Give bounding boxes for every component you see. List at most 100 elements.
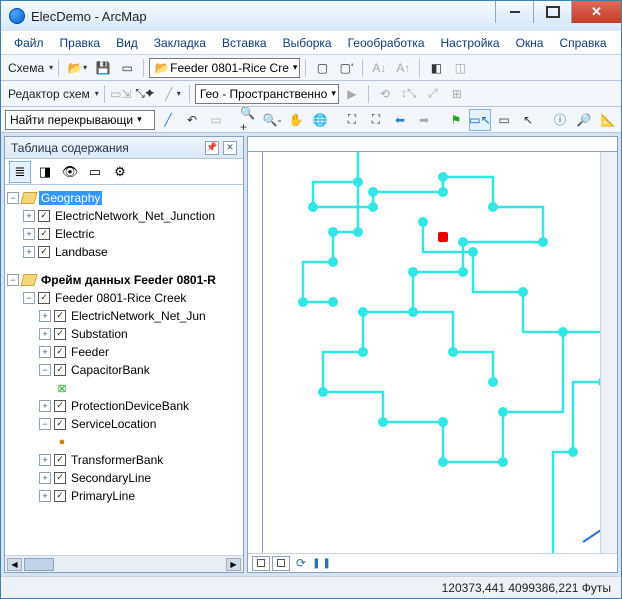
expander-icon[interactable]: + <box>23 210 35 222</box>
clear-selection-icon[interactable]: ▭ <box>493 109 515 131</box>
expander-icon[interactable]: + <box>23 246 35 258</box>
data-view-tab[interactable] <box>252 556 270 571</box>
layer-checkbox[interactable] <box>38 292 50 304</box>
find-icon[interactable]: 🔎 <box>573 109 595 131</box>
prev-extent-icon[interactable]: ⬅ <box>389 109 411 131</box>
layout-task-icon[interactable]: ◧ <box>425 57 447 79</box>
minimize-button[interactable] <box>495 1 533 23</box>
layer-checkbox[interactable] <box>54 472 66 484</box>
group-geography[interactable]: Geography <box>39 191 102 205</box>
group-feeder-frame[interactable]: Фрейм данных Feeder 0801-R <box>39 273 218 287</box>
propagate2-icon[interactable]: ▢' <box>335 57 357 79</box>
layer-capacitorbank[interactable]: CapacitorBank <box>69 363 152 377</box>
layer-electric[interactable]: Electric <box>53 227 96 241</box>
select-elements-icon[interactable]: ↖ <box>517 109 539 131</box>
rotate-icon[interactable]: ⟲ <box>374 83 396 105</box>
fixed-zoom-in-icon[interactable]: ⛶ <box>341 109 363 131</box>
menu-selection[interactable]: Выборка <box>276 33 339 53</box>
feeder-selector[interactable]: 📂 Feeder 0801-Rice Cre ▾ <box>149 58 300 78</box>
map-scrollbar-vertical[interactable] <box>600 152 617 553</box>
layer-checkbox[interactable] <box>54 454 66 466</box>
clear-trace-icon[interactable]: ↶ <box>181 109 203 131</box>
select-features-icon[interactable]: ▭↖ <box>469 109 491 131</box>
layer-secondaryline[interactable]: SecondaryLine <box>69 471 153 485</box>
trace-icon[interactable]: ╱ <box>157 109 179 131</box>
layer-checkbox[interactable] <box>54 310 66 322</box>
maximize-button[interactable] <box>533 1 571 23</box>
expander-icon[interactable]: − <box>39 364 51 376</box>
apply-layout-icon[interactable]: ▶ <box>341 83 363 105</box>
list-by-source-icon[interactable]: ◨ <box>34 161 56 183</box>
find-overlapping-selector[interactable]: Найти перекрывающи ▾ <box>5 110 155 130</box>
fixed-zoom-out-icon[interactable]: ⛶ <box>365 109 387 131</box>
layout-props-icon[interactable]: ◫ <box>449 57 471 79</box>
edit-select-icon[interactable]: ⤡✦ <box>134 83 156 105</box>
scroll-thumb[interactable] <box>24 558 54 571</box>
expander-icon[interactable]: − <box>7 274 19 286</box>
expander-icon[interactable]: + <box>23 228 35 240</box>
identify-icon[interactable]: ⓘ <box>549 109 571 131</box>
layer-electric-junction[interactable]: ElectricNetwork_Net_Junction <box>53 209 217 223</box>
tree-icon[interactable]: ⊞ <box>446 83 468 105</box>
edit-vertices-icon[interactable]: ╱▾ <box>158 83 184 105</box>
save-schematic-icon[interactable]: 💾 <box>92 57 114 79</box>
layer-checkbox[interactable] <box>54 490 66 502</box>
list-by-drawing-order-icon[interactable]: ≣ <box>9 161 31 183</box>
edit-move-icon[interactable]: ▭⇲ <box>110 83 132 105</box>
layer-checkbox[interactable] <box>54 346 66 358</box>
refresh-icon[interactable]: ⟳ <box>296 556 306 570</box>
expander-icon[interactable]: + <box>39 454 51 466</box>
list-by-selection-icon[interactable]: ▭ <box>84 161 106 183</box>
menu-help[interactable]: Справка <box>552 33 613 53</box>
list-by-visibility-icon[interactable]: 👁 <box>59 161 81 183</box>
update-schematic-icon[interactable]: ▭ <box>116 57 138 79</box>
flag-icon[interactable]: ⚑ <box>445 109 467 131</box>
toc-tree[interactable]: − Geography + ElectricNetwork_Net_Junction… <box>5 185 243 555</box>
open-schematic-icon[interactable]: 📂▾ <box>64 57 90 79</box>
measure-icon[interactable]: 📐 <box>597 109 619 131</box>
trace-result-icon[interactable]: ▭ <box>205 109 227 131</box>
layer-checkbox[interactable] <box>54 364 66 376</box>
menu-bookmarks[interactable]: Закладка <box>147 33 213 53</box>
layer-checkbox[interactable] <box>54 328 66 340</box>
layout-algo-selector[interactable]: Гео - Пространственно ▾ <box>195 84 339 104</box>
menu-windows[interactable]: Окна <box>509 33 551 53</box>
options-icon[interactable]: ⚙ <box>109 161 131 183</box>
next-extent-icon[interactable]: ➡ <box>413 109 435 131</box>
zoom-out-icon[interactable]: 🔍- <box>261 109 283 131</box>
menu-insert[interactable]: Вставка <box>215 33 274 53</box>
layer-feeder-root[interactable]: Feeder 0801-Rice Creek <box>53 291 188 305</box>
layout-view-tab[interactable] <box>272 556 290 571</box>
layer-checkbox[interactable] <box>38 210 50 222</box>
scroll-left-icon[interactable]: ◀ <box>7 558 22 571</box>
menu-customize[interactable]: Настройка <box>434 33 507 53</box>
layer-checkbox[interactable] <box>38 228 50 240</box>
menu-edit[interactable]: Правка <box>53 33 108 53</box>
layer-servicelocation[interactable]: ServiceLocation <box>69 417 158 431</box>
zoom-in-icon[interactable]: 🔍+ <box>237 109 259 131</box>
pause-drawing-icon[interactable]: ❚❚ <box>312 558 333 569</box>
layer-transformerbank[interactable]: TransformerBank <box>69 453 165 467</box>
expander-icon[interactable]: − <box>39 418 51 430</box>
mirror-icon[interactable]: ⤢ <box>422 83 444 105</box>
expander-icon[interactable]: − <box>7 192 19 204</box>
expander-icon[interactable]: + <box>39 400 51 412</box>
pan-icon[interactable]: ✋ <box>285 109 307 131</box>
map-canvas[interactable] <box>263 152 600 553</box>
full-extent-icon[interactable]: 🌐 <box>309 109 331 131</box>
layer-en-junction[interactable]: ElectricNetwork_Net_Jun <box>69 309 208 323</box>
increase-symbol-icon[interactable]: A↑ <box>392 57 414 79</box>
layer-checkbox[interactable] <box>38 246 50 258</box>
close-button[interactable] <box>571 1 621 23</box>
align-icon[interactable]: ↕⤡ <box>398 83 420 105</box>
propagate-icon[interactable]: ▢ <box>311 57 333 79</box>
layer-protectiondevice[interactable]: ProtectionDeviceBank <box>69 399 191 413</box>
menu-view[interactable]: Вид <box>109 33 145 53</box>
expander-icon[interactable]: − <box>23 292 35 304</box>
layer-checkbox[interactable] <box>54 400 66 412</box>
layer-primaryline[interactable]: PrimaryLine <box>69 489 137 503</box>
layer-feeder[interactable]: Feeder <box>69 345 111 359</box>
layer-checkbox[interactable] <box>54 418 66 430</box>
expander-icon[interactable]: + <box>39 328 51 340</box>
menu-file[interactable]: Файл <box>7 33 51 53</box>
